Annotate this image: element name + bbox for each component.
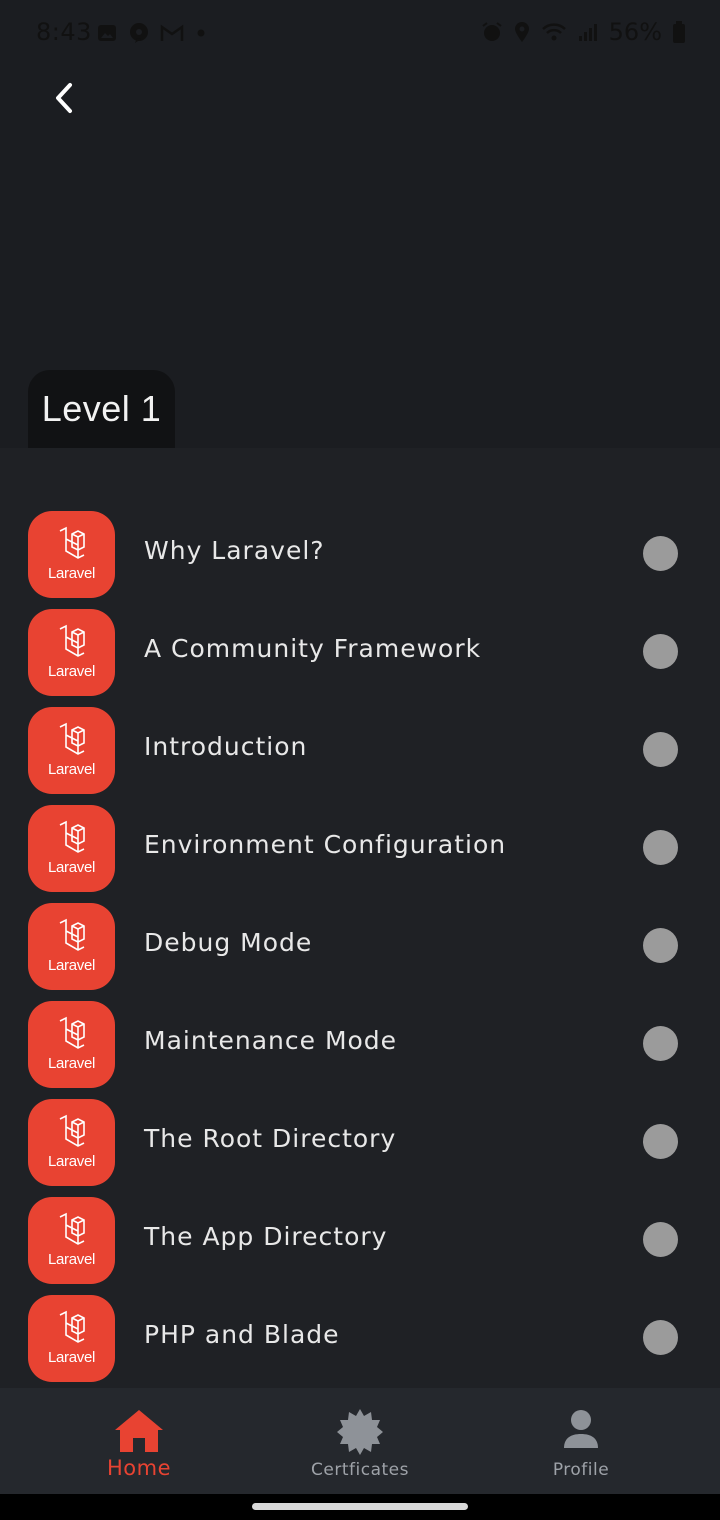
laravel-wordmark: Laravel xyxy=(47,859,96,876)
signal-icon xyxy=(578,24,597,41)
nav-certificates[interactable]: Certficates xyxy=(280,1388,440,1494)
lesson-item[interactable]: Laravel Debug Mode xyxy=(0,897,720,995)
laravel-wordmark: Laravel xyxy=(47,1251,96,1268)
gmail-icon xyxy=(160,24,184,41)
laravel-wordmark: Laravel xyxy=(47,663,96,680)
laravel-logo-icon: Laravel xyxy=(28,1099,115,1186)
lesson-item[interactable]: Laravel Maintenance Mode xyxy=(0,995,720,1093)
laravel-logo-icon: Laravel xyxy=(28,707,115,794)
lesson-status-dot xyxy=(643,634,678,669)
lesson-item[interactable]: Laravel Why Laravel? xyxy=(0,505,720,603)
lesson-title: Maintenance Mode xyxy=(144,1026,398,1055)
notification-dot-icon xyxy=(197,29,205,37)
gesture-bar xyxy=(0,1494,720,1520)
nav-certificates-label: Certficates xyxy=(311,1460,409,1480)
lesson-title: A Community Framework xyxy=(144,634,482,663)
gallery-icon xyxy=(98,25,116,41)
lesson-status-dot xyxy=(643,732,678,767)
lesson-status-dot xyxy=(643,830,678,865)
laravel-logo-icon: Laravel xyxy=(28,1295,115,1382)
battery-percent: 56% xyxy=(608,18,662,46)
laravel-logo-icon: Laravel xyxy=(28,609,115,696)
lesson-item[interactable]: Laravel PHP and Blade xyxy=(0,1289,720,1387)
level-tab: Level 1 xyxy=(28,370,175,448)
laravel-logo-icon: Laravel xyxy=(28,1197,115,1284)
laravel-logo-icon: Laravel xyxy=(28,805,115,892)
lesson-title: PHP and Blade xyxy=(144,1320,340,1349)
lesson-item[interactable]: Laravel The App Directory xyxy=(0,1191,720,1289)
laravel-logo-icon: Laravel xyxy=(28,903,115,990)
lesson-status-dot xyxy=(643,1124,678,1159)
lesson-status-dot xyxy=(643,1222,678,1257)
lesson-item[interactable]: Laravel The Root Directory xyxy=(0,1093,720,1191)
status-right: 56% xyxy=(481,18,686,46)
wifi-icon xyxy=(541,23,566,41)
laravel-wordmark: Laravel xyxy=(47,1349,96,1366)
nav-profile-label: Profile xyxy=(552,1460,610,1480)
lesson-title: Environment Configuration xyxy=(144,830,507,859)
status-left-icons xyxy=(96,22,208,44)
status-bar: 8:43 56% xyxy=(0,0,720,68)
laravel-wordmark: Laravel xyxy=(47,1055,96,1072)
lesson-status-dot xyxy=(643,536,678,571)
laravel-wordmark: Laravel xyxy=(47,957,96,974)
lesson-item[interactable]: Laravel Introduction xyxy=(0,701,720,799)
level-title: Level 1 xyxy=(41,388,162,429)
nav-home[interactable]: Home xyxy=(59,1388,219,1494)
laravel-wordmark: Laravel xyxy=(47,761,96,778)
nav-home-label: Home xyxy=(106,1456,171,1480)
laravel-logo-icon: Laravel xyxy=(28,511,115,598)
lesson-status-dot xyxy=(643,1320,678,1355)
laravel-logo-icon: Laravel xyxy=(28,1001,115,1088)
lesson-item[interactable]: Laravel Environment Configuration xyxy=(0,799,720,897)
back-button[interactable] xyxy=(42,76,86,120)
nav-profile[interactable]: Profile xyxy=(501,1388,661,1494)
alarm-icon xyxy=(482,22,502,41)
lesson-title: Debug Mode xyxy=(144,928,313,957)
badge-icon xyxy=(337,1409,383,1455)
lesson-title: The App Directory xyxy=(144,1222,388,1251)
location-icon xyxy=(514,22,529,42)
messenger-icon xyxy=(130,23,148,43)
lesson-title: Why Laravel? xyxy=(144,536,325,565)
chevron-left-icon xyxy=(56,83,72,113)
lesson-status-dot xyxy=(643,928,678,963)
home-icon xyxy=(115,1410,163,1452)
bottom-nav: Home Certficates Profile xyxy=(0,1388,720,1494)
lesson-title: Introduction xyxy=(144,732,308,761)
lesson-status-dot xyxy=(643,1026,678,1061)
status-time: 8:43 xyxy=(36,18,92,46)
lesson-title: The Root Directory xyxy=(144,1124,397,1153)
lesson-item[interactable]: Laravel A Community Framework xyxy=(0,603,720,701)
home-indicator[interactable] xyxy=(252,1503,468,1510)
laravel-wordmark: Laravel xyxy=(47,565,96,582)
battery-icon xyxy=(673,21,685,43)
user-icon xyxy=(564,1410,598,1448)
laravel-wordmark: Laravel xyxy=(47,1153,96,1170)
